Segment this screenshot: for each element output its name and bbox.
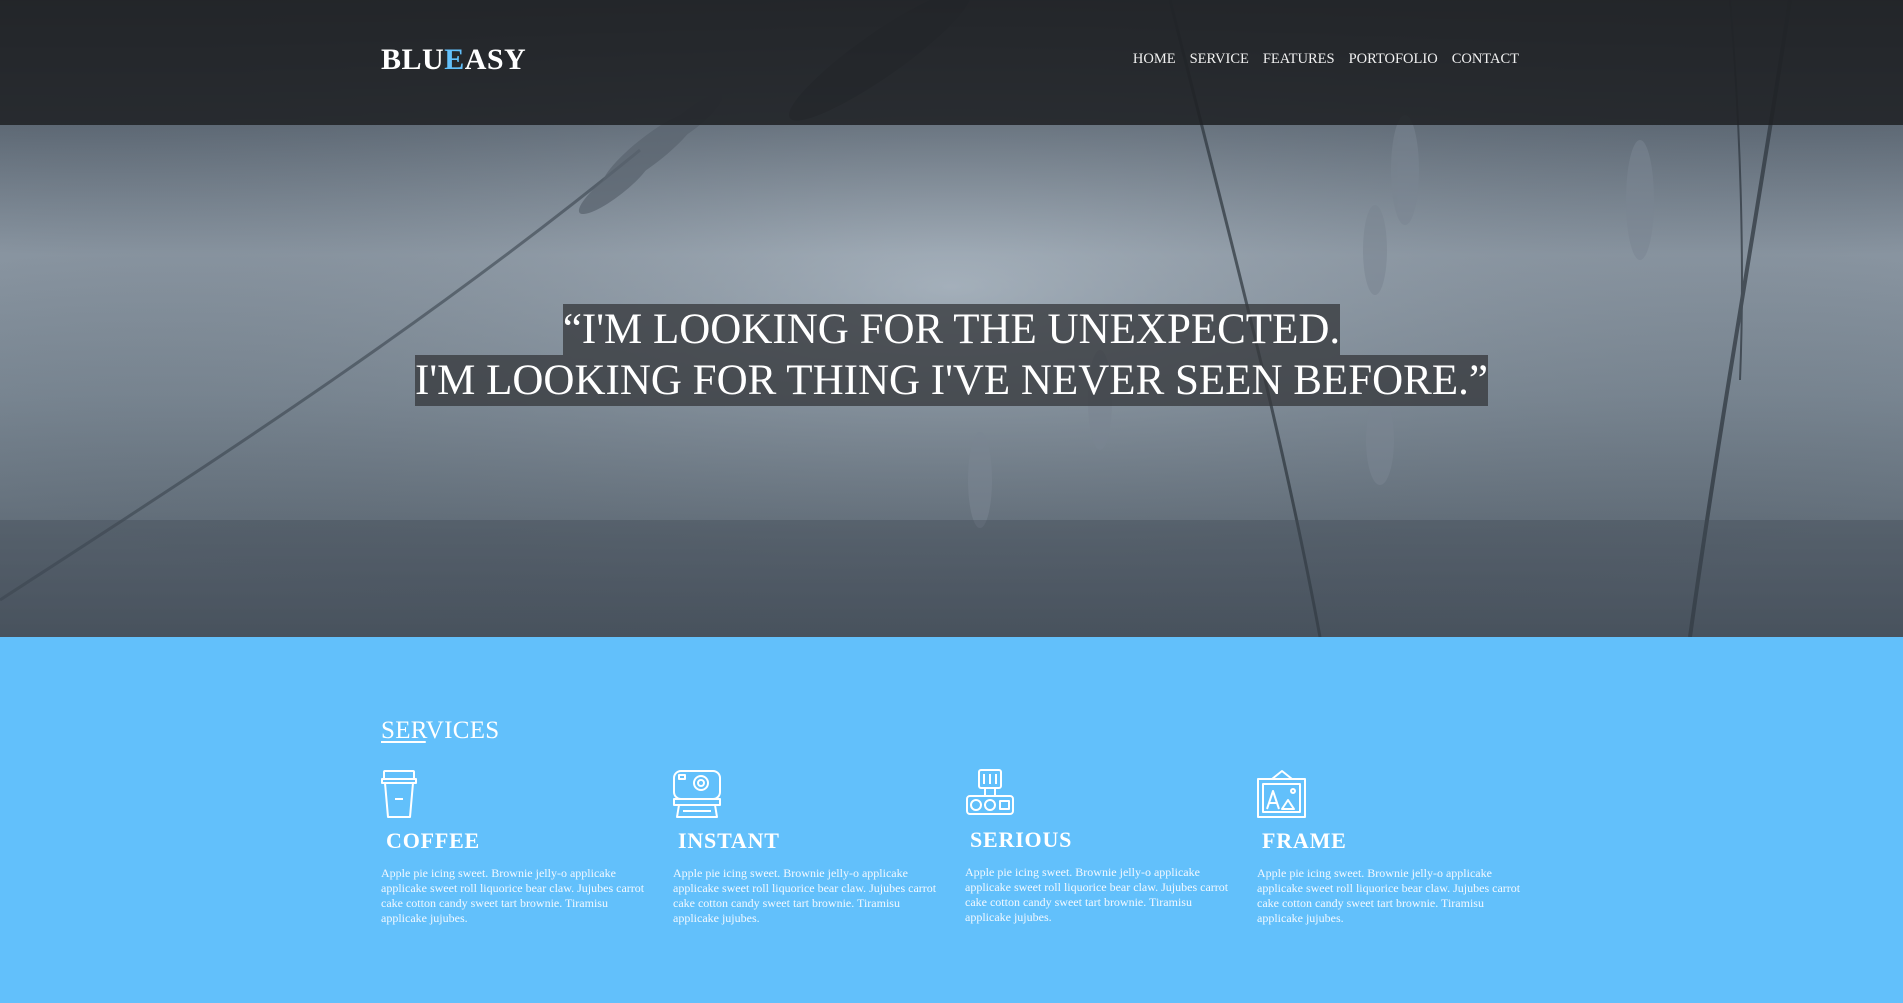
- service-title: INSTANT: [678, 828, 780, 853]
- service-card-instant: INSTANT Apple pie icing sweet. Brownie j…: [673, 769, 943, 926]
- service-card-frame: FRAME Apple pie icing sweet. Brownie jel…: [1257, 769, 1527, 926]
- logo-text-part2: ASY: [464, 43, 527, 76]
- services-heading-rest: VICES: [425, 717, 500, 744]
- hero-quote: “I'M LOOKING FOR THE UNEXPECTED. I'M LOO…: [0, 304, 1903, 406]
- services-heading: SERVICES: [381, 716, 499, 746]
- logo-text-part1: BLU: [381, 43, 445, 76]
- nav-item-home[interactable]: HOME: [1133, 50, 1176, 68]
- hero-section: BLUEASY HOME SERVICE FEATURES PORTOFOLIO…: [0, 0, 1903, 637]
- service-card-coffee: COFFEE Apple pie icing sweet. Brownie je…: [381, 769, 651, 926]
- services-cards: COFFEE Apple pie icing sweet. Brownie je…: [381, 769, 1521, 969]
- instant-camera-icon: [673, 770, 721, 818]
- nav-item-contact[interactable]: CONTACT: [1452, 50, 1519, 68]
- site-logo[interactable]: BLUEASY: [381, 42, 526, 78]
- service-description: Apple pie icing sweet. Brownie jelly-o a…: [1257, 866, 1521, 925]
- picture-frame-icon: [1257, 770, 1306, 818]
- service-description: Apple pie icing sweet. Brownie jelly-o a…: [381, 866, 645, 925]
- logo-text-accent: E: [444, 43, 465, 76]
- main-nav: HOME SERVICE FEATURES PORTOFOLIO CONTACT: [1133, 50, 1519, 68]
- service-title: COFFEE: [386, 828, 481, 853]
- service-description: Apple pie icing sweet. Brownie jelly-o a…: [673, 866, 937, 925]
- hero-quote-line-2: I'M LOOKING FOR THING I'VE NEVER SEEN BE…: [415, 355, 1488, 406]
- nav-item-portofolio[interactable]: PORTOFOLIO: [1349, 50, 1438, 68]
- service-title: FRAME: [1262, 828, 1347, 853]
- services-heading-underlined: SER: [381, 717, 426, 744]
- vintage-camera-icon: [966, 769, 1014, 815]
- services-section: SERVICES COFFEE Apple pie icing sweet. B…: [0, 637, 1903, 1003]
- nav-item-features[interactable]: FEATURES: [1263, 50, 1335, 68]
- service-description: Apple pie icing sweet. Brownie jelly-o a…: [965, 865, 1229, 924]
- hero-quote-line-1: “I'M LOOKING FOR THE UNEXPECTED.: [562, 304, 1341, 355]
- coffee-cup-icon: [381, 770, 417, 818]
- nav-item-service[interactable]: SERVICE: [1190, 50, 1249, 68]
- service-title: SERIOUS: [970, 827, 1073, 852]
- site-header: BLUEASY HOME SERVICE FEATURES PORTOFOLIO…: [0, 0, 1903, 125]
- service-card-serious: SERIOUS Apple pie icing sweet. Brownie j…: [965, 768, 1235, 925]
